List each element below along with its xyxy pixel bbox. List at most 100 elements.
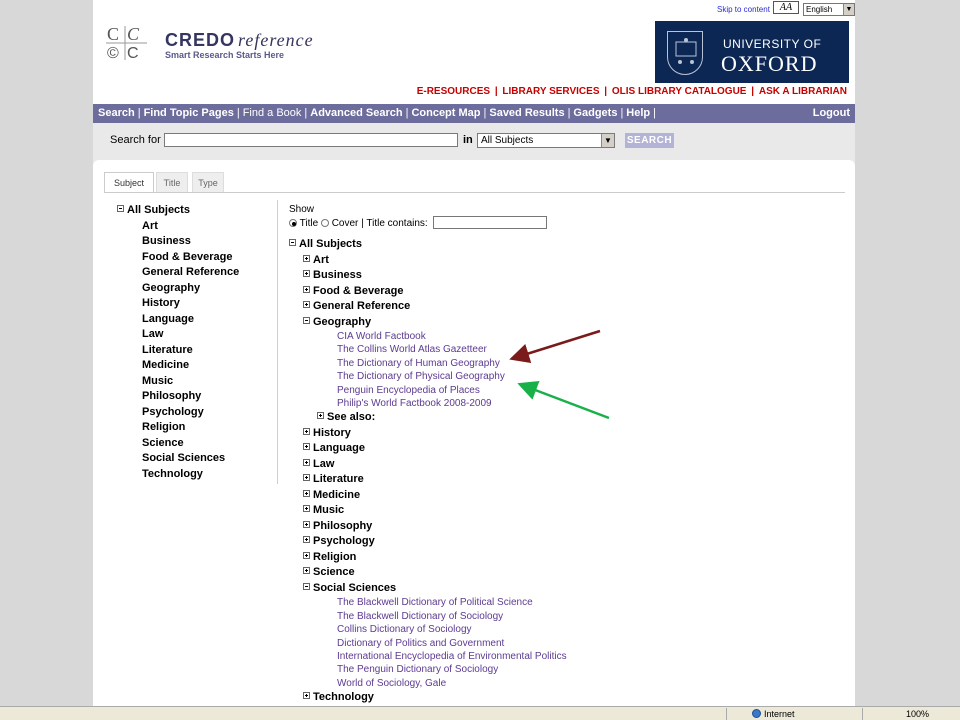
- top-link-library-services[interactable]: LIBRARY SERVICES: [502, 86, 599, 97]
- sidebar-item[interactable]: Geography: [117, 282, 277, 298]
- oxford-logo: UNIVERSITY OF OXFORD: [655, 21, 849, 83]
- book-link[interactable]: CIA World Factbook: [289, 331, 849, 344]
- nav-saved-results[interactable]: Saved Results: [489, 107, 564, 119]
- nav-find-a-book[interactable]: Find a Book: [243, 107, 302, 119]
- book-link[interactable]: World of Sociology, Gale: [289, 678, 849, 691]
- book-link[interactable]: Penguin Encyclopedia of Places: [289, 385, 849, 398]
- sidebar-item[interactable]: Social Sciences: [117, 452, 277, 468]
- tree-subject[interactable]: Music: [289, 504, 849, 520]
- expand-icon[interactable]: [303, 301, 310, 308]
- book-link[interactable]: The Blackwell Dictionary of Sociology: [289, 611, 849, 624]
- logout-link[interactable]: Logout: [813, 104, 850, 123]
- sidebar-item[interactable]: Technology: [117, 468, 277, 484]
- nav-help[interactable]: Help: [626, 107, 650, 119]
- tree-subject[interactable]: Science: [289, 566, 849, 582]
- expand-icon[interactable]: [303, 285, 310, 293]
- book-link[interactable]: Dictionary of Politics and Government: [289, 638, 849, 651]
- book-link[interactable]: International Encyclopedia of Environmen…: [289, 651, 849, 664]
- radio-cover[interactable]: [320, 219, 329, 227]
- tree-root[interactable]: All Subjects: [289, 238, 849, 254]
- expand-icon[interactable]: [303, 536, 310, 544]
- expand-icon[interactable]: [303, 427, 310, 435]
- tree-subject[interactable]: History: [289, 427, 849, 443]
- page-scrollbar[interactable]: [952, 0, 960, 706]
- nav-search[interactable]: Search: [98, 107, 135, 119]
- tree-subject[interactable]: Business: [289, 269, 849, 285]
- sidebar-item[interactable]: Art: [117, 220, 277, 236]
- expand-icon[interactable]: [303, 692, 310, 700]
- expand-icon[interactable]: [303, 551, 310, 559]
- sidebar-item[interactable]: Religion: [117, 421, 277, 437]
- expand-icon[interactable]: [303, 567, 310, 575]
- see-also[interactable]: See also:: [289, 411, 849, 427]
- sidebar-item[interactable]: General Reference: [117, 266, 277, 282]
- search-button[interactable]: SEARCH: [625, 133, 674, 148]
- book-link[interactable]: The Collins World Atlas Gazetteer: [289, 344, 849, 357]
- expand-icon[interactable]: [317, 412, 324, 420]
- nav-concept-map[interactable]: Concept Map: [411, 107, 480, 119]
- title-contains-input[interactable]: [433, 216, 548, 229]
- tree-subject[interactable]: Language: [289, 442, 849, 458]
- text-size-icon[interactable]: AA: [773, 1, 799, 14]
- sidebar-item[interactable]: Food & Beverage: [117, 251, 277, 267]
- expand-icon[interactable]: [303, 474, 310, 482]
- tree-subject[interactable]: Philosophy: [289, 520, 849, 536]
- sidebar-item[interactable]: Law: [117, 328, 277, 344]
- zoom-level[interactable]: 100%: [906, 709, 929, 719]
- nav-advanced-search[interactable]: Advanced Search: [310, 107, 402, 119]
- expand-icon[interactable]: [303, 489, 310, 497]
- book-link[interactable]: Philip's World Factbook 2008-2009: [289, 398, 849, 411]
- radio-title[interactable]: [289, 219, 297, 227]
- tree-subject[interactable]: Art: [289, 254, 849, 270]
- tree-subject[interactable]: Religion: [289, 551, 849, 567]
- sidebar-item[interactable]: Language: [117, 313, 277, 329]
- expand-icon[interactable]: [303, 254, 310, 262]
- top-link-olis-catalogue[interactable]: OLIS LIBRARY CATALOGUE: [612, 86, 747, 97]
- subject-select[interactable]: All Subjects ▼: [477, 133, 615, 148]
- tree-subject[interactable]: Food & Beverage: [289, 285, 849, 301]
- book-link[interactable]: The Dictionary of Human Geography: [289, 358, 849, 371]
- sidebar-item[interactable]: Music: [117, 375, 277, 391]
- sidebar-item[interactable]: Medicine: [117, 359, 277, 375]
- tree-subject[interactable]: Psychology: [289, 535, 849, 551]
- book-link[interactable]: Collins Dictionary of Sociology: [289, 624, 849, 637]
- top-link-e-resources[interactable]: E-RESOURCES: [417, 86, 490, 97]
- collapse-icon[interactable]: [117, 205, 124, 212]
- expand-icon[interactable]: [303, 458, 310, 466]
- book-link[interactable]: The Penguin Dictionary of Sociology: [289, 664, 849, 677]
- collapse-icon[interactable]: [303, 582, 310, 590]
- svg-text:©: ©: [107, 45, 119, 62]
- tab-type[interactable]: Type: [192, 172, 224, 193]
- tree-subject-social-sciences[interactable]: Social Sciences: [289, 582, 849, 598]
- sidebar-item[interactable]: Psychology: [117, 406, 277, 422]
- nav-gadgets[interactable]: Gadgets: [573, 107, 617, 119]
- sidebar-item[interactable]: History: [117, 297, 277, 313]
- nav-find-topic-pages[interactable]: Find Topic Pages: [144, 107, 234, 119]
- top-link-ask-librarian[interactable]: ASK A LIBRARIAN: [759, 86, 847, 97]
- expand-icon[interactable]: [303, 270, 310, 277]
- skip-to-content-link[interactable]: Skip to content: [717, 5, 770, 14]
- collapse-icon[interactable]: [289, 239, 296, 246]
- sidebar-item[interactable]: Science: [117, 437, 277, 453]
- tree-subject[interactable]: Medicine: [289, 489, 849, 505]
- tree-subject[interactable]: General Reference: [289, 300, 849, 316]
- tree-subject[interactable]: Literature: [289, 473, 849, 489]
- book-link[interactable]: The Blackwell Dictionary of Political Sc…: [289, 597, 849, 610]
- expand-icon[interactable]: [303, 443, 310, 451]
- tree-subject[interactable]: Law: [289, 458, 849, 474]
- sidebar-item[interactable]: Philosophy: [117, 390, 277, 406]
- tree-subject-technology[interactable]: Technology: [289, 691, 849, 706]
- sidebar-root[interactable]: All Subjects: [117, 204, 277, 220]
- book-link[interactable]: The Dictionary of Physical Geography: [289, 371, 849, 384]
- expand-icon[interactable]: [303, 505, 310, 513]
- sidebar-item[interactable]: Literature: [117, 344, 277, 360]
- tree-subject-geography[interactable]: Geography: [289, 316, 849, 332]
- tab-title[interactable]: Title: [156, 172, 188, 193]
- search-input[interactable]: [164, 133, 458, 147]
- tree-subject-technology-label: Technology: [313, 691, 374, 704]
- collapse-icon[interactable]: [303, 316, 310, 324]
- language-select[interactable]: English ▼: [803, 3, 855, 16]
- sidebar-item[interactable]: Business: [117, 235, 277, 251]
- expand-icon[interactable]: [303, 520, 310, 528]
- tab-subject[interactable]: Subject: [104, 172, 154, 193]
